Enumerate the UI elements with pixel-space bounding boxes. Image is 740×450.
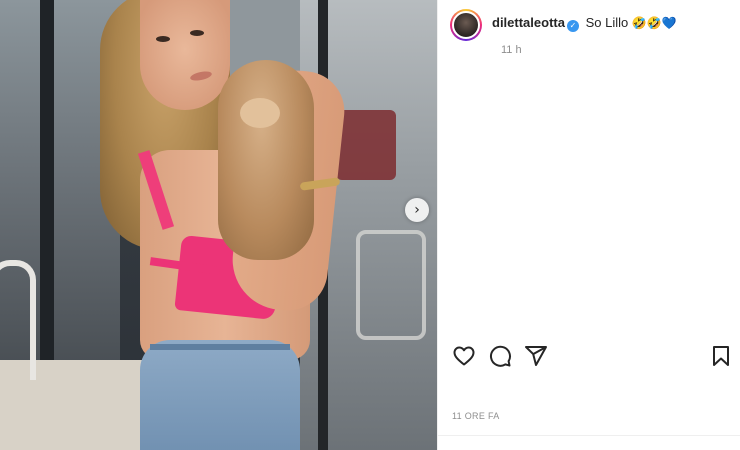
carousel-next-button[interactable]: › (405, 198, 429, 222)
photo-puppy (218, 60, 314, 260)
comment-timestamp[interactable]: 11 h (501, 44, 522, 56)
bookmark-icon[interactable] (709, 344, 733, 368)
username-link[interactable]: dilettaleotta (492, 15, 565, 30)
post-date[interactable]: 11 ORE FA (452, 411, 500, 421)
chevron-right-icon: › (414, 202, 420, 218)
caption-text: So Lillo (585, 15, 629, 30)
story-ring[interactable] (450, 9, 482, 41)
post-side-panel: dilettaleotta ✓ So Lillo 🤣🤣💙 11 h 11 ORE … (437, 0, 740, 450)
heart-icon[interactable] (452, 344, 476, 368)
photo-woman-face (140, 0, 230, 110)
photo-puppy-face (240, 98, 280, 128)
action-bar (452, 344, 732, 368)
verified-badge-icon: ✓ (566, 20, 579, 32)
instagram-post: › dilettaleotta ✓ So Lillo 🤣🤣💙 11 h 11 O… (0, 0, 740, 450)
photo-eye-left (156, 36, 170, 42)
share-icon[interactable] (524, 344, 548, 368)
post-photo[interactable]: › (0, 0, 437, 450)
photo-jeans (140, 340, 300, 450)
comment-icon[interactable] (488, 344, 512, 368)
caption: dilettaleotta ✓ So Lillo 🤣🤣💙 (492, 14, 677, 32)
caption-row: dilettaleotta ✓ So Lillo 🤣🤣💙 (450, 9, 677, 41)
avatar[interactable] (452, 11, 480, 39)
photo-stool (356, 230, 426, 340)
photo-bg-frame-left (40, 0, 54, 360)
photo-eye-right (190, 30, 204, 36)
photo-jeans-waistband (150, 344, 290, 350)
caption-emojis: 🤣🤣💙 (631, 16, 677, 30)
divider (438, 435, 740, 436)
photo-bg-red-object (336, 110, 396, 180)
photo-chair (0, 260, 36, 380)
